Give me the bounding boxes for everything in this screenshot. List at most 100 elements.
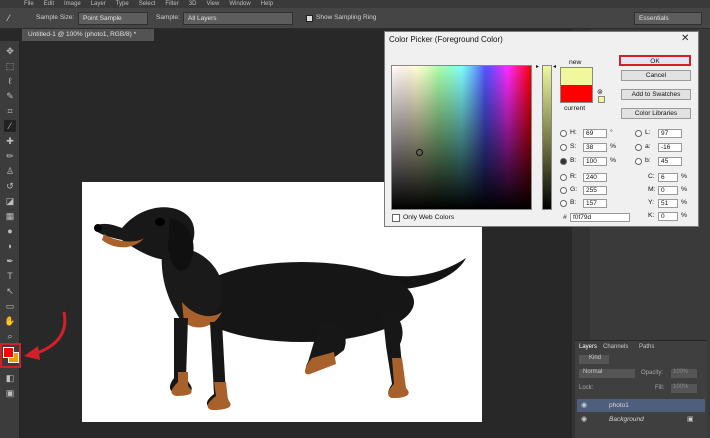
- hand-tool-icon[interactable]: ✋: [4, 315, 16, 327]
- b-input[interactable]: 100: [583, 157, 607, 166]
- cancel-button[interactable]: Cancel: [621, 70, 691, 81]
- blur-tool-icon[interactable]: ●: [4, 225, 16, 237]
- s-unit: %: [610, 143, 617, 150]
- slider-arrow-left-icon[interactable]: ▸: [536, 63, 539, 70]
- kind-filter-select[interactable]: Kind: [579, 355, 609, 364]
- blue-input[interactable]: 157: [583, 199, 607, 208]
- hex-label: #: [563, 214, 567, 221]
- gradient-tool-icon[interactable]: ▦: [4, 210, 16, 222]
- color-picker-dialog: Color Picker (Foreground Color) ✕ ▸ ◂ ne…: [384, 31, 699, 227]
- document-tab[interactable]: Untitled-1 @ 100% (photo1, RGB/8) *: [22, 29, 154, 41]
- layer-row-photo1[interactable]: photo1: [577, 399, 705, 412]
- slider-arrow-right-icon[interactable]: ◂: [553, 63, 556, 70]
- menu-filter[interactable]: Filter: [165, 0, 178, 8]
- radio-g[interactable]: [560, 187, 567, 194]
- m-input[interactable]: 0: [658, 186, 678, 195]
- move-tool-icon[interactable]: ✥: [4, 45, 16, 57]
- eyedropper-preset-icon[interactable]: ⁄: [8, 13, 22, 24]
- workspace-select[interactable]: Essentials: [634, 12, 702, 25]
- k-input[interactable]: 0: [658, 212, 678, 221]
- menu-edit[interactable]: Edit: [44, 0, 54, 8]
- a-input[interactable]: -16: [658, 143, 682, 152]
- y-input[interactable]: 51: [658, 199, 678, 208]
- blend-mode-select[interactable]: Normal: [579, 369, 635, 378]
- tab-channels[interactable]: Channels: [603, 344, 628, 350]
- r-input[interactable]: 240: [583, 173, 607, 182]
- lab-b-input[interactable]: 45: [658, 157, 682, 166]
- tab-paths[interactable]: Paths: [639, 344, 654, 350]
- visibility-eye-icon[interactable]: ◉: [581, 415, 587, 423]
- saturation-brightness-field[interactable]: [391, 65, 532, 210]
- menu-layer[interactable]: Layer: [91, 0, 106, 8]
- opacity-input[interactable]: 100%: [671, 369, 697, 378]
- menu-type[interactable]: Type: [116, 0, 129, 8]
- hue-slider[interactable]: [542, 65, 552, 210]
- dodge-tool-icon[interactable]: ◗: [4, 240, 16, 252]
- radio-lab-b[interactable]: [635, 158, 642, 165]
- k-unit: %: [681, 212, 688, 219]
- radio-r[interactable]: [560, 174, 567, 181]
- crop-tool-icon[interactable]: ⌗: [4, 105, 16, 117]
- radio-h[interactable]: [560, 130, 567, 137]
- only-web-colors-checkbox[interactable]: [392, 214, 400, 222]
- layer-row-background[interactable]: Background: [577, 413, 705, 426]
- radio-blue[interactable]: [560, 200, 567, 207]
- lock-label: Lock:: [579, 385, 594, 391]
- b-label: B:: [570, 157, 577, 164]
- menu-view[interactable]: View: [206, 0, 219, 8]
- s-input[interactable]: 38: [583, 143, 607, 152]
- radio-b[interactable]: [560, 158, 567, 165]
- gamut-swatch[interactable]: [598, 96, 605, 103]
- close-icon[interactable]: ✕: [681, 33, 689, 44]
- g-input[interactable]: 255: [583, 186, 607, 195]
- type-tool-icon[interactable]: T: [4, 270, 16, 282]
- h-input[interactable]: 69: [583, 129, 607, 138]
- sample-select[interactable]: All Layers: [183, 12, 293, 25]
- eraser-tool-icon[interactable]: ◪: [4, 195, 16, 207]
- fill-label: Fill:: [655, 385, 665, 391]
- path-select-tool-icon[interactable]: ↖: [4, 285, 16, 297]
- show-ring-checkbox[interactable]: [306, 15, 313, 22]
- screen-mode-icon[interactable]: ▣: [4, 387, 16, 399]
- pen-tool-icon[interactable]: ✒: [4, 255, 16, 267]
- radio-a[interactable]: [635, 144, 642, 151]
- foreground-color-swatch[interactable]: [3, 347, 14, 358]
- history-brush-tool-icon[interactable]: ↺: [4, 180, 16, 192]
- clone-stamp-tool-icon[interactable]: ♙: [4, 165, 16, 177]
- zoom-tool-icon[interactable]: ⌕: [4, 330, 16, 342]
- shape-tool-icon[interactable]: ▭: [4, 300, 16, 312]
- radio-s[interactable]: [560, 144, 567, 151]
- menu-select[interactable]: Select: [139, 0, 156, 8]
- color-sample-marker: [416, 149, 423, 156]
- visibility-eye-icon[interactable]: ◉: [581, 401, 587, 409]
- marquee-tool-icon[interactable]: ⬚: [4, 60, 16, 72]
- c-input[interactable]: 6: [658, 173, 678, 182]
- eyedropper-tool-icon[interactable]: ⁄: [4, 120, 16, 132]
- lasso-tool-icon[interactable]: ℓ: [4, 75, 16, 87]
- brush-tool-icon[interactable]: ✏: [4, 150, 16, 162]
- l-input[interactable]: 97: [658, 129, 682, 138]
- ok-button[interactable]: OK: [619, 55, 691, 66]
- blue-label: B:: [570, 199, 577, 206]
- current-label: current: [564, 105, 586, 112]
- tab-layers[interactable]: Layers: [579, 344, 597, 350]
- sample-size-select[interactable]: Point Sample: [78, 12, 148, 25]
- menu-image[interactable]: Image: [64, 0, 81, 8]
- r-label: R:: [570, 173, 577, 180]
- menu-help[interactable]: Help: [261, 0, 273, 8]
- b-unit: %: [610, 157, 617, 164]
- quick-mask-icon[interactable]: ◧: [4, 372, 16, 384]
- fill-input[interactable]: 100%: [671, 384, 697, 393]
- quick-select-tool-icon[interactable]: ✎: [4, 90, 16, 102]
- color-libraries-button[interactable]: Color Libraries: [621, 108, 691, 119]
- gamut-cube-icon[interactable]: ⊚: [597, 88, 603, 96]
- healing-tool-icon[interactable]: ✚: [4, 135, 16, 147]
- new-label: new: [569, 59, 582, 66]
- add-to-swatches-button[interactable]: Add to Swatches: [621, 89, 691, 100]
- menu-file[interactable]: File: [24, 0, 34, 8]
- radio-l[interactable]: [635, 130, 642, 137]
- menu-3d[interactable]: 3D: [189, 0, 197, 8]
- hex-input[interactable]: f0f79d: [570, 213, 630, 222]
- current-color-swatch[interactable]: [560, 85, 593, 103]
- menu-window[interactable]: Window: [229, 0, 250, 8]
